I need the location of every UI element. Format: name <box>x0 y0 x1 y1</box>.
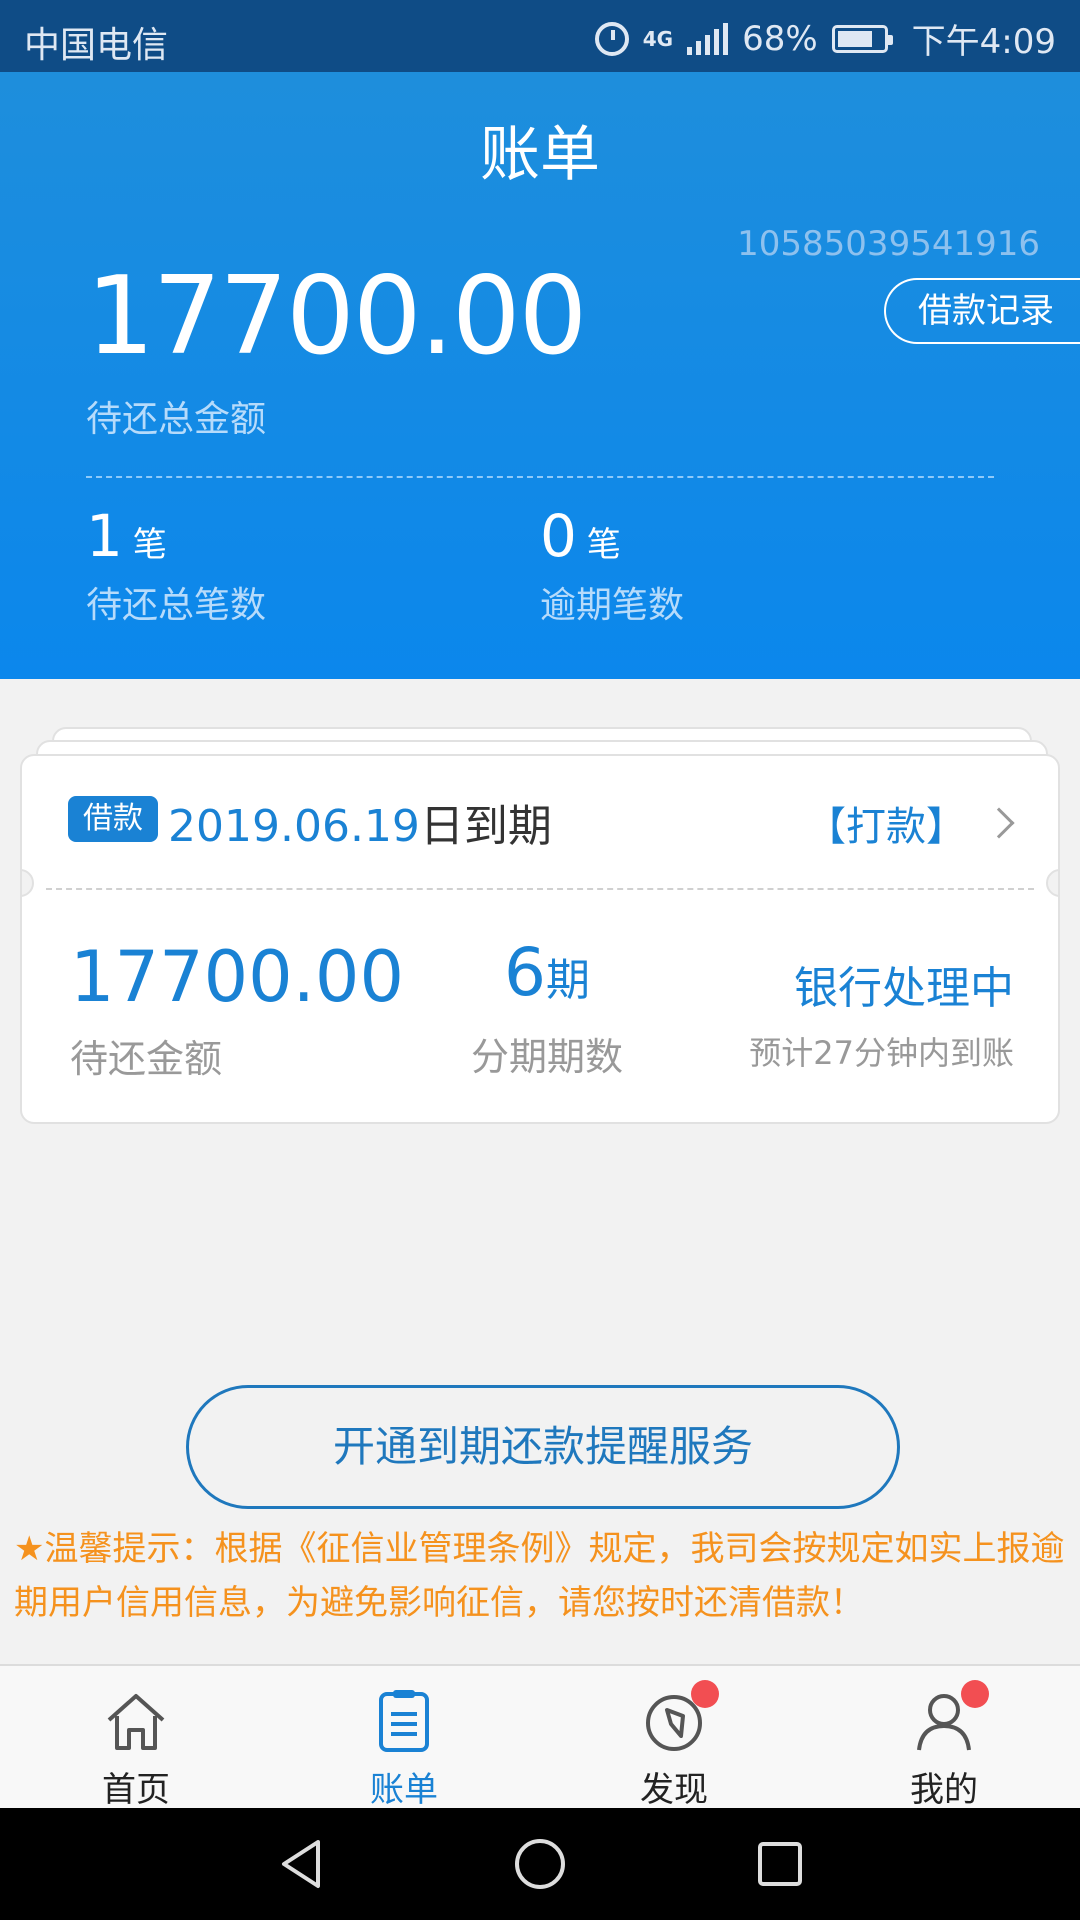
bill-icon <box>369 1686 439 1756</box>
back-icon[interactable] <box>274 1836 330 1892</box>
carrier-name: 中国电信 <box>24 25 169 66</box>
clock: 下午4:09 <box>911 22 1056 62</box>
card-divider <box>46 888 1034 890</box>
pending-count: 1 <box>86 502 123 570</box>
periods-label: 分期期数 <box>470 1035 623 1079</box>
card-notch-right <box>1046 869 1058 897</box>
pending-unit: 笔 <box>132 525 167 565</box>
nav-item-mine[interactable]: 我的 <box>844 1680 1044 1811</box>
due-date: 2019.06.19 <box>168 801 420 852</box>
nav-label-discover: 发现 <box>640 1770 708 1810</box>
home-circle-icon[interactable] <box>512 1836 568 1892</box>
periods-unit: 期 <box>546 955 590 1006</box>
recent-apps-icon[interactable] <box>752 1836 808 1892</box>
card-amount-label: 待还金额 <box>70 1037 223 1081</box>
total-amount-label: 待还总金额 <box>86 399 267 440</box>
pending-count-stat: 1笔 待还总笔数 <box>86 502 266 628</box>
loan-badge: 借款 <box>68 796 158 842</box>
account-number: 10585039541916 <box>737 224 1040 264</box>
transfer-action-label: 【打款】 <box>806 804 966 850</box>
overdue-count-stat: 0笔 逾期笔数 <box>540 502 684 628</box>
discover-notification-dot <box>691 1680 719 1708</box>
nav-label-home: 首页 <box>102 1770 170 1810</box>
total-amount: 17700.00 <box>86 254 587 379</box>
battery-icon <box>831 24 893 53</box>
nav-label-bill: 账单 <box>370 1770 438 1810</box>
alarm-icon <box>594 21 629 56</box>
system-nav-bar <box>0 1808 1080 1920</box>
overdue-count: 0 <box>540 502 577 570</box>
overdue-unit: 笔 <box>586 525 621 565</box>
warm-tip: ★温馨提示：根据《征信业管理条例》规定，我司会按规定如实上报逾期用户信用信息，为… <box>14 1529 1065 1623</box>
nav-item-bill[interactable]: 账单 <box>304 1686 504 1811</box>
nav-item-home[interactable]: 首页 <box>36 1686 236 1811</box>
page-title: 账单 <box>480 120 600 190</box>
header-divider <box>86 476 994 478</box>
home-icon <box>101 1686 171 1756</box>
status-icons: 4G 68% 下午4:09 <box>594 14 1056 63</box>
compass-icon <box>639 1680 719 1756</box>
periods-number: 6 <box>504 934 546 1011</box>
bill-header: 账单 10585039541916 借款记录 17700.00 待还总金额 1笔… <box>0 72 1080 679</box>
loan-card[interactable]: 借款 2019.06.19日到期 【打款】 17700.00 待还金额 6期 分… <box>20 754 1060 1124</box>
user-icon <box>909 1680 989 1756</box>
card-amount: 17700.00 <box>70 936 405 1018</box>
card-notch-left <box>22 869 34 897</box>
loan-record-button[interactable]: 借款记录 <box>884 278 1080 344</box>
network-type: 4G <box>642 26 674 51</box>
status-bar: 中国电信 4G 68% 下午4:09 <box>0 0 1080 72</box>
overdue-count-label: 逾期笔数 <box>540 585 685 626</box>
processing-eta: 预计27分钟内到账 <box>749 1034 1014 1072</box>
transfer-action[interactable]: 【打款】 <box>806 794 1015 852</box>
mine-notification-dot <box>961 1680 989 1708</box>
nav-item-discover[interactable]: 发现 <box>574 1680 774 1811</box>
due-date-line: 2019.06.19日到期 <box>168 790 552 854</box>
pending-count-label: 待还总笔数 <box>86 585 267 626</box>
processing-status: 银行处理中 <box>794 963 1014 1014</box>
nav-label-mine: 我的 <box>910 1770 978 1810</box>
chevron-right-icon <box>983 807 1015 839</box>
bottom-nav: 首页 账单 发现 我的 <box>0 1664 1080 1811</box>
signal-icon <box>687 22 729 55</box>
card-periods: 6期 <box>362 934 732 1011</box>
due-suffix: 日到期 <box>419 801 552 852</box>
due-reminder-button[interactable]: 开通到期还款提醒服务 <box>186 1385 900 1509</box>
battery-percent: 68% <box>742 18 818 59</box>
